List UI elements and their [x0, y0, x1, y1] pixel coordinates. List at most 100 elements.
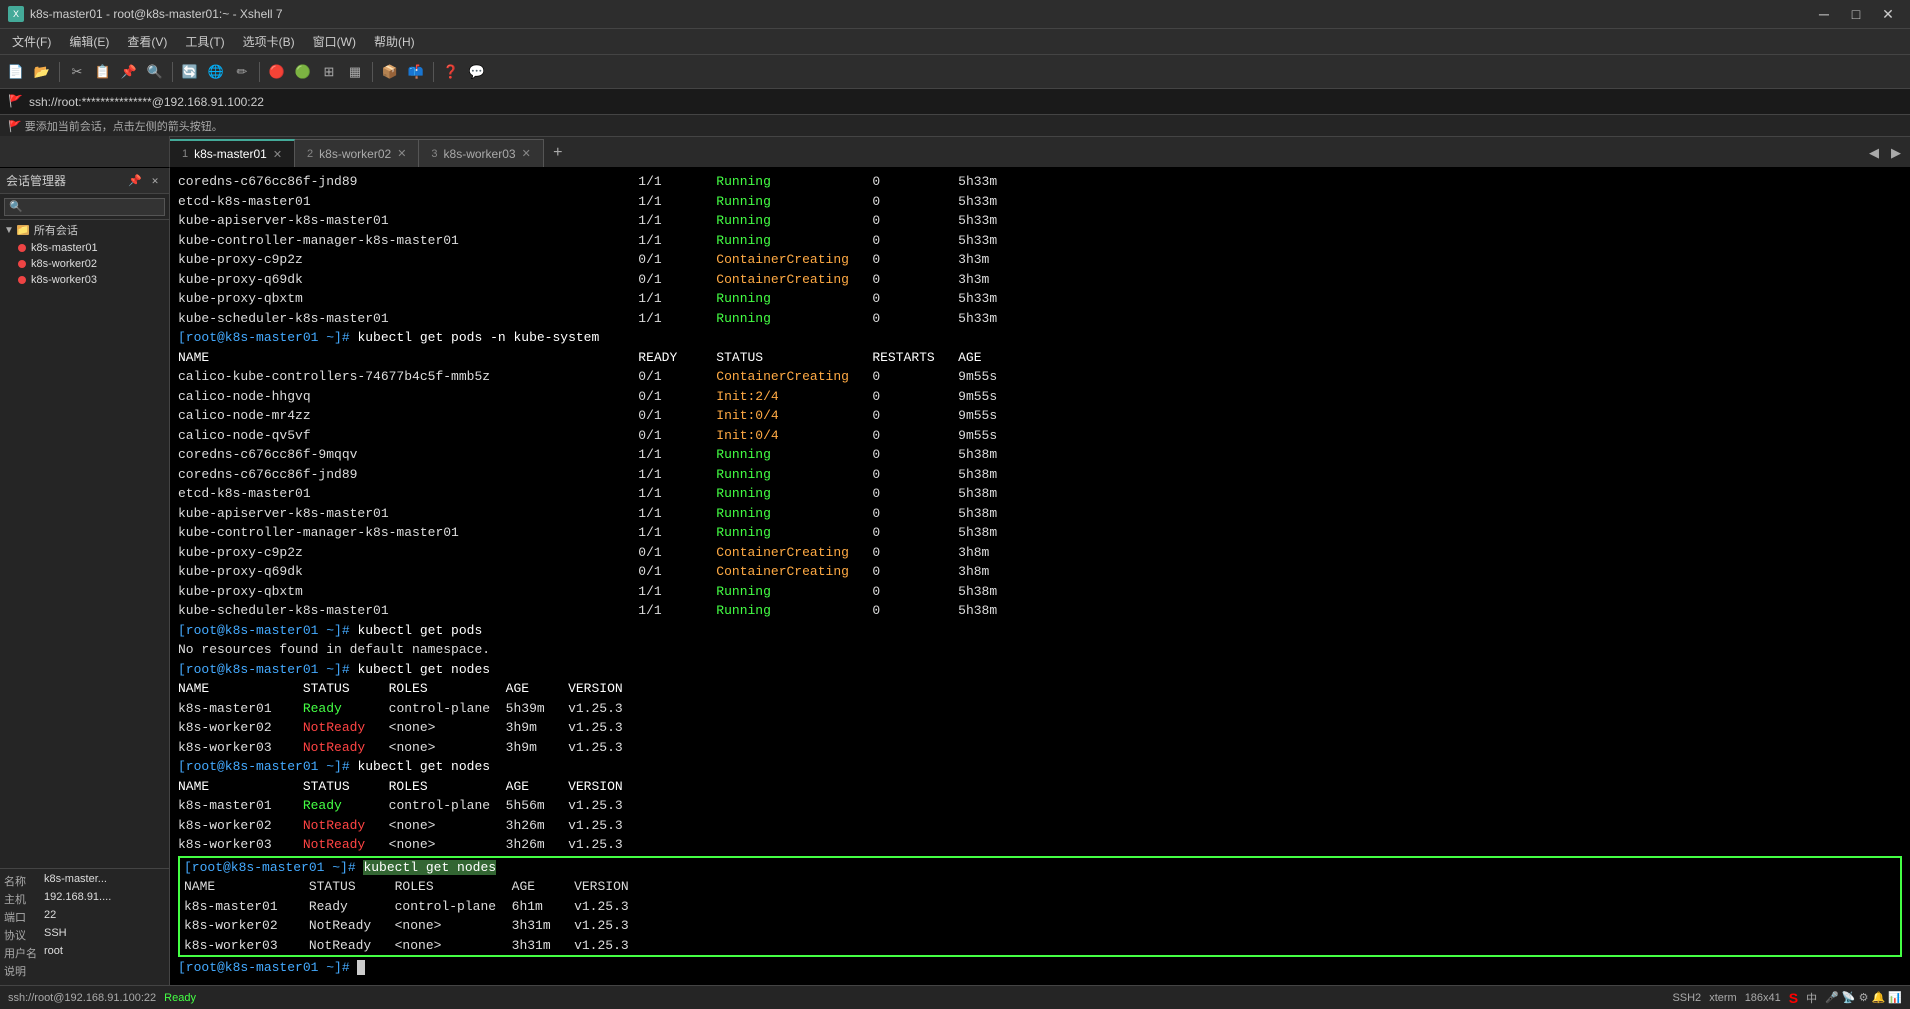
terminal-line: kube-proxy-q69dk 0/1 ContainerCreating 0…: [178, 562, 1902, 582]
grid-button[interactable]: ⊞: [317, 60, 341, 84]
prop-row-port: 端口 22: [4, 909, 165, 925]
prop-label-name: 名称: [4, 873, 44, 889]
pen-button[interactable]: ✏: [230, 60, 254, 84]
status-left: ssh://root@192.168.91.100:22 Ready: [8, 992, 196, 1004]
all-sessions-label: 所有会话: [34, 222, 78, 238]
tab-1[interactable]: 1 k8s-master01 ✕: [170, 139, 295, 167]
menu-window[interactable]: 窗口(W): [305, 31, 364, 52]
tab-bar: 1 k8s-master01 ✕ 2 k8s-worker02 ✕ 3 k8s-…: [170, 136, 1910, 168]
prop-value-name: k8s-master...: [44, 873, 107, 889]
tab-3[interactable]: 3 k8s-worker03 ✕: [419, 139, 543, 167]
menu-bar: 文件(F) 编辑(E) 查看(V) 工具(T) 选项卡(B) 窗口(W) 帮助(…: [0, 28, 1910, 54]
terminal-line: k8s-worker02 NotReady <none> 3h9m v1.25.…: [178, 718, 1902, 738]
terminal-line: k8s-master01 Ready control-plane 5h56m v…: [178, 796, 1902, 816]
status-lang: S: [1789, 990, 1798, 1006]
menu-view[interactable]: 查看(V): [119, 31, 175, 52]
terminal-line: kube-controller-manager-k8s-master01 1/1…: [178, 523, 1902, 543]
prop-label-user: 用户名: [4, 945, 44, 961]
terminal-line: NAME READY STATUS RESTARTS AGE: [178, 348, 1902, 368]
status-bar: ssh://root@192.168.91.100:22 Ready SSH2 …: [0, 985, 1910, 1009]
info-bar: 🚩 要添加当前会话，点击左侧的箭头按钮。: [0, 114, 1910, 136]
sidebar-all-sessions[interactable]: ▼ 📁 所有会话: [0, 220, 169, 240]
terminal-line: calico-node-mr4zz 0/1 Init:0/4 0 9m55s: [178, 406, 1902, 426]
main-container: 1 k8s-master01 ✕ 2 k8s-worker02 ✕ 3 k8s-…: [0, 136, 1910, 985]
maximize-button[interactable]: □: [1842, 4, 1870, 24]
prop-value-user: root: [44, 945, 63, 961]
terminal[interactable]: coredns-c676cc86f-jnd89 1/1 Running 0 5h…: [170, 168, 1910, 985]
box-button[interactable]: 📦: [378, 60, 402, 84]
prop-label-host: 主机: [4, 891, 44, 907]
tab-nav-arrows: ◀ ▶: [1864, 137, 1910, 169]
terminal-line: kube-controller-manager-k8s-master01 1/1…: [178, 231, 1902, 251]
toolbar-sep-4: [372, 62, 373, 82]
stop-button[interactable]: 🔴: [265, 60, 289, 84]
refresh-button[interactable]: 🔄: [178, 60, 202, 84]
prop-value-host: 192.168.91....: [44, 891, 111, 907]
paste-button[interactable]: 📌: [117, 60, 141, 84]
cut-button[interactable]: ✂: [65, 60, 89, 84]
app-icon: X: [8, 6, 24, 22]
help-button[interactable]: ❓: [439, 60, 463, 84]
tab-2-name: k8s-worker02: [319, 147, 391, 161]
open-button[interactable]: 📂: [30, 60, 54, 84]
status-size: 186x41: [1745, 992, 1781, 1004]
chat-button[interactable]: 💬: [465, 60, 489, 84]
minimize-button[interactable]: ─: [1810, 4, 1838, 24]
terminal-line: [root@k8s-master01 ~]#: [178, 958, 1902, 978]
tab-prev-button[interactable]: ◀: [1864, 143, 1884, 163]
sidebar-search-container: [0, 194, 169, 220]
tab-2[interactable]: 2 k8s-worker02 ✕: [295, 139, 419, 167]
tab-2-close[interactable]: ✕: [397, 147, 406, 160]
sidebar-item-master01[interactable]: k8s-master01: [0, 240, 169, 256]
sidebar-pin-icon[interactable]: 📌: [127, 173, 143, 189]
terminal-line: [root@k8s-master01 ~]# kubectl get pods …: [178, 328, 1902, 348]
window-controls: ─ □ ✕: [1810, 4, 1902, 24]
tab-3-close[interactable]: ✕: [522, 147, 531, 160]
tab-1-close[interactable]: ✕: [273, 148, 282, 161]
green-button[interactable]: 🟢: [291, 60, 315, 84]
address-text: ssh://root:***************@192.168.91.10…: [29, 95, 264, 109]
terminal-line: coredns-c676cc86f-jnd89 1/1 Running 0 5h…: [178, 465, 1902, 485]
tab-3-num: 3: [431, 148, 437, 160]
status-connection: ssh://root@192.168.91.100:22: [8, 992, 156, 1004]
session-label-worker03: k8s-worker03: [31, 274, 97, 286]
menu-edit[interactable]: 编辑(E): [61, 31, 117, 52]
tab-next-button[interactable]: ▶: [1886, 143, 1906, 163]
menu-file[interactable]: 文件(F): [4, 31, 59, 52]
terminal-line: NAME STATUS ROLES AGE VERSION: [178, 679, 1902, 699]
terminal-line: kube-apiserver-k8s-master01 1/1 Running …: [178, 504, 1902, 524]
menu-tools[interactable]: 工具(T): [177, 31, 232, 52]
find-button[interactable]: 🔍: [143, 60, 167, 84]
session-dot-worker02: [18, 260, 26, 268]
terminal-line: kube-proxy-c9p2z 0/1 ContainerCreating 0…: [178, 250, 1902, 270]
sidebar-item-worker02[interactable]: k8s-worker02: [0, 256, 169, 272]
menu-help[interactable]: 帮助(H): [366, 31, 423, 52]
terminal-line: coredns-c676cc86f-jnd89 1/1 Running 0 5h…: [178, 172, 1902, 192]
globe-button[interactable]: 🌐: [204, 60, 228, 84]
session-dot-master01: [18, 244, 26, 252]
menu-tab[interactable]: 选项卡(B): [235, 31, 303, 52]
status-icons: 🎤 📡 ⚙ 🔔 📊: [1825, 991, 1902, 1004]
tab-add-button[interactable]: +: [544, 139, 572, 167]
layout-button[interactable]: ▦: [343, 60, 367, 84]
close-button[interactable]: ✕: [1874, 4, 1902, 24]
copy-button[interactable]: 📋: [91, 60, 115, 84]
terminal-line: kube-proxy-c9p2z 0/1 ContainerCreating 0…: [178, 543, 1902, 563]
box2-button[interactable]: 📫: [404, 60, 428, 84]
prop-value-port: 22: [44, 909, 56, 925]
status-right: SSH2 xterm 186x41 S 中 🎤 📡 ⚙ 🔔 📊: [1672, 990, 1902, 1006]
sidebar-search-input[interactable]: [4, 198, 165, 216]
terminal-line: [root@k8s-master01 ~]# kubectl get nodes: [184, 858, 1896, 878]
sidebar-close-icon[interactable]: ✕: [147, 173, 163, 189]
terminal-line: k8s-worker02 NotReady <none> 3h31m v1.25…: [184, 916, 1896, 936]
terminal-line: etcd-k8s-master01 1/1 Running 0 5h38m: [178, 484, 1902, 504]
terminal-line: coredns-c676cc86f-9mqqv 1/1 Running 0 5h…: [178, 445, 1902, 465]
props-panel: 名称 k8s-master... 主机 192.168.91.... 端口 22…: [0, 868, 169, 985]
new-session-button[interactable]: 📄: [4, 60, 28, 84]
terminal-line: k8s-worker02 NotReady <none> 3h26m v1.25…: [178, 816, 1902, 836]
terminal-line: calico-node-hhgvq 0/1 Init:2/4 0 9m55s: [178, 387, 1902, 407]
sidebar-header: 会话管理器 📌 ✕: [0, 168, 169, 194]
sidebar-item-worker03[interactable]: k8s-worker03: [0, 272, 169, 288]
status-ssh: SSH2: [1672, 992, 1701, 1004]
prop-label-port: 端口: [4, 909, 44, 925]
